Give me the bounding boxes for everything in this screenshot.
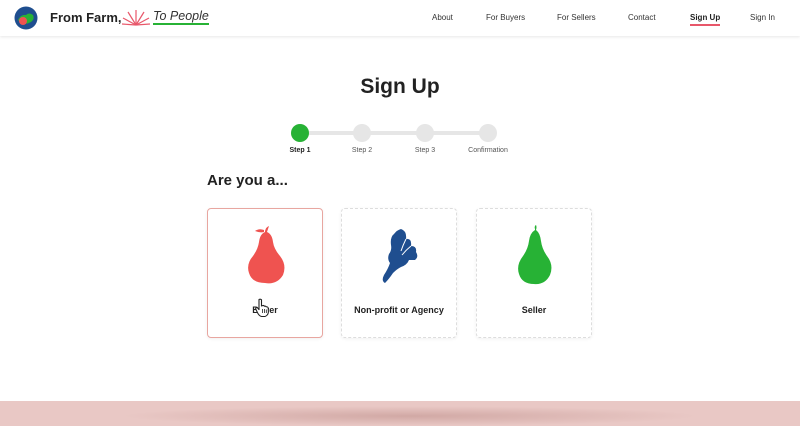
step-label: Step 1 (289, 147, 311, 154)
option-card-seller[interactable]: Seller (476, 208, 592, 338)
option-label: Buyer (252, 305, 278, 315)
step-confirmation: Confirmation (458, 123, 518, 154)
nav-about[interactable]: About (432, 13, 453, 22)
step-2: Step 2 (332, 123, 392, 154)
step-3: Step 3 (395, 123, 455, 154)
brand-tagline: To People (153, 9, 209, 25)
option-card-non-profit[interactable]: Non-profit or Agency (341, 208, 457, 338)
step-dot (479, 124, 497, 142)
nav-for-sellers[interactable]: For Sellers (557, 13, 596, 22)
blue-leaf-icon (382, 229, 418, 283)
page-title: Sign Up (360, 75, 440, 98)
step-label: Step 2 (351, 147, 373, 154)
nav-sign-in[interactable]: Sign In (750, 13, 775, 22)
step-dot (353, 124, 371, 142)
nav-for-buyers[interactable]: For Buyers (486, 13, 525, 22)
step-label: Confirmation (468, 147, 508, 154)
sunburst-icon (122, 10, 150, 26)
footer-shadow (120, 406, 700, 426)
step-dot-active (291, 124, 309, 142)
globe-logo-icon[interactable] (14, 6, 38, 30)
option-card-buyer[interactable]: Buyer (207, 208, 323, 338)
site-header: From Farm, To People About For Buyers Fo… (0, 0, 800, 36)
progress-stepper: Step 1 Step 2 Step 3 Confirmation (289, 123, 508, 159)
nav-sign-up[interactable]: Sign Up (690, 13, 721, 26)
role-question: Are you a... (207, 172, 288, 189)
red-pear-icon (248, 226, 285, 284)
green-pear-icon (518, 225, 552, 285)
step-label: Step 3 (414, 147, 436, 154)
nav-contact[interactable]: Contact (628, 13, 656, 22)
step-1: Step 1 (270, 123, 330, 154)
option-label: Seller (521, 305, 547, 315)
brand-name[interactable]: From Farm, (50, 10, 122, 25)
option-label: Non-profit or Agency (354, 305, 444, 315)
step-dot (416, 124, 434, 142)
